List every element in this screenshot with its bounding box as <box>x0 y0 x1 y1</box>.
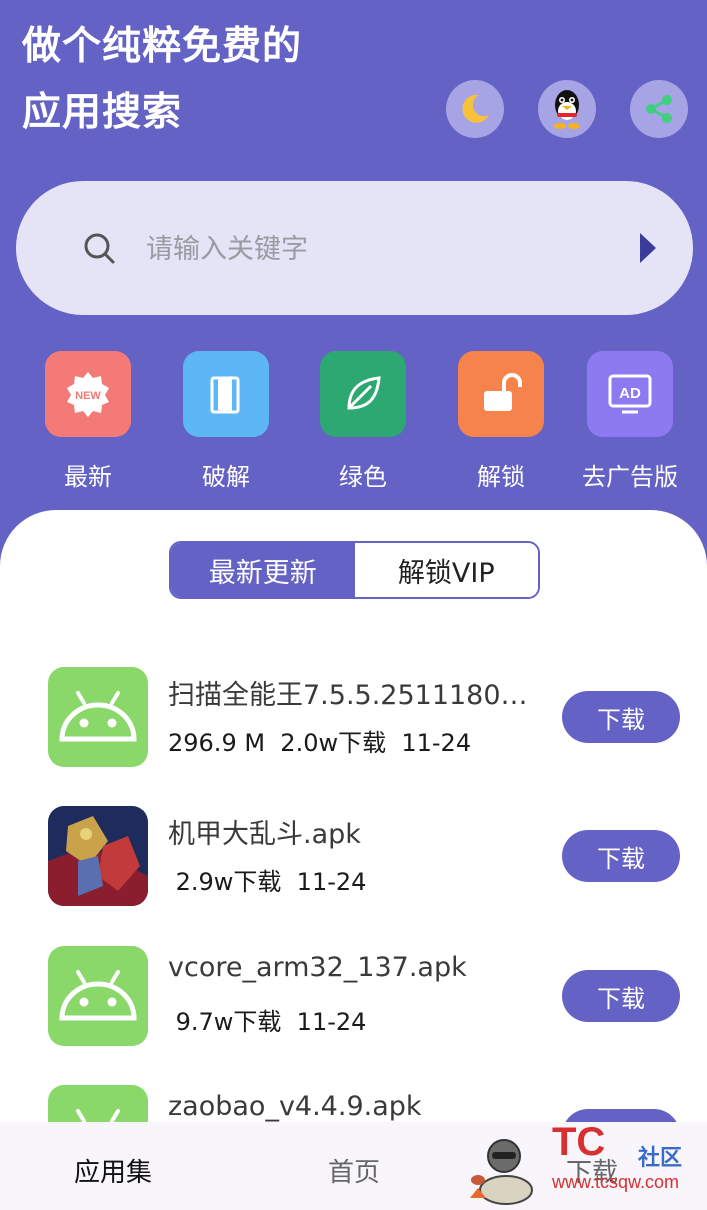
category-label: 破解 <box>202 463 250 491</box>
category-ad-free[interactable]: AD 去广告版 <box>575 351 685 492</box>
nav-app-collection[interactable]: 应用集 <box>74 1152 152 1189</box>
download-button[interactable]: 下载 <box>562 970 680 1022</box>
app-meta: 296.9 M 2.0w下载 11-24 <box>168 729 472 757</box>
list-item[interactable]: vcore_arm32_137.apk 9.7w下载 11-24 下载 <box>0 946 707 1056</box>
segment-control: 最新更新 解锁VIP <box>169 541 540 599</box>
game-thumbnail <box>48 806 148 906</box>
download-button[interactable]: 下载 <box>562 830 680 882</box>
title-line-2: 应用搜索 <box>22 90 183 135</box>
qq-icon <box>554 90 580 129</box>
app-name: vcore_arm32_137.apk <box>168 952 467 983</box>
category-label: 绿色 <box>339 463 387 491</box>
mascot-icon <box>470 1139 533 1205</box>
search-bar[interactable]: 请输入关键字 <box>16 181 693 315</box>
night-mode-button[interactable] <box>446 80 504 138</box>
door-icon <box>183 351 269 437</box>
new-badge-icon: NEW <box>45 351 131 437</box>
tab-unlock-vip[interactable]: 解锁VIP <box>354 543 538 597</box>
qq-button[interactable] <box>538 80 596 138</box>
category-cracked[interactable]: 破解 <box>171 351 281 492</box>
search-submit-icon[interactable] <box>638 231 658 265</box>
watermark: TC 社区 www.tcsqw.com <box>460 1118 707 1210</box>
list-item[interactable]: 扫描全能王7.5.5.25111800... 296.9 M 2.0w下载 11… <box>0 667 707 777</box>
app-meta: 9.7w下载 11-24 <box>168 1008 367 1036</box>
tab-latest-updates[interactable]: 最新更新 <box>171 543 355 597</box>
app-meta: 2.9w下载 11-24 <box>168 868 367 896</box>
app-name: 机甲大乱斗.apk <box>168 819 361 850</box>
category-label: 解锁 <box>477 463 525 491</box>
app-name: zaobao_v4.4.9.apk <box>168 1091 422 1122</box>
android-icon <box>48 946 148 1046</box>
watermark-brand: TC <box>552 1120 606 1164</box>
watermark-url: www.tcsqw.com <box>552 1172 680 1192</box>
download-button[interactable]: 下载 <box>562 691 680 743</box>
nav-home[interactable]: 首页 <box>328 1152 380 1189</box>
unlock-icon <box>458 351 544 437</box>
svg-text:AD: AD <box>619 385 641 402</box>
search-icon <box>84 233 115 264</box>
moon-icon <box>462 94 489 123</box>
list-item[interactable]: 机甲大乱斗.apk 2.9w下载 11-24 下载 <box>0 806 707 916</box>
category-label: 最新 <box>64 463 112 491</box>
share-icon <box>646 95 672 123</box>
android-icon <box>48 667 148 767</box>
category-green[interactable]: 绿色 <box>308 351 418 492</box>
leaf-icon <box>320 351 406 437</box>
ad-icon: AD <box>587 351 673 437</box>
category-label: 去广告版 <box>582 463 678 491</box>
svg-text:NEW: NEW <box>75 390 101 402</box>
header: 做个纯粹免费的 应用搜索 请输入关键字 NEW 最新 破解 绿色 解锁 AD 去… <box>0 0 707 560</box>
title-line-1: 做个纯粹免费的 <box>22 24 303 69</box>
category-latest[interactable]: NEW 最新 <box>33 351 143 492</box>
category-unlock[interactable]: 解锁 <box>446 351 556 492</box>
search-input[interactable]: 请输入关键字 <box>146 227 308 266</box>
app-name: 扫描全能王7.5.5.25111800... <box>168 680 528 711</box>
page-title: 做个纯粹免费的 应用搜索 <box>22 14 302 146</box>
share-button[interactable] <box>630 80 688 138</box>
watermark-community: 社区 <box>638 1146 683 1171</box>
